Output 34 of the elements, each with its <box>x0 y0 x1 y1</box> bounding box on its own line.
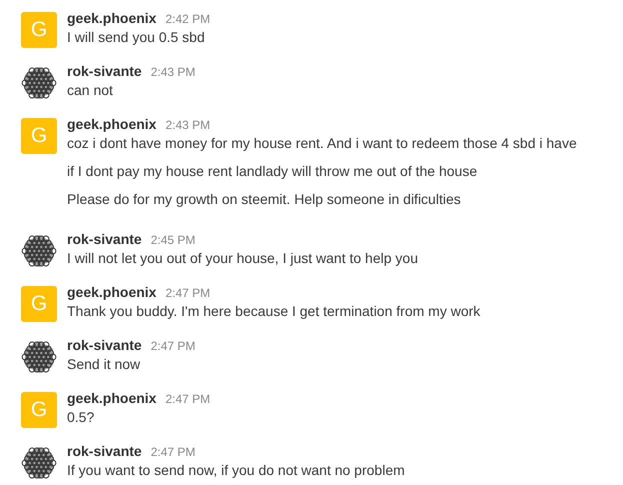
message-text: If you want to send now, if you do not want no problem <box>67 461 405 480</box>
author-name: geek.phoenix <box>67 283 156 301</box>
avatar-icon <box>21 445 57 481</box>
message-time: 2:47 PM <box>165 391 210 408</box>
message-time: 2:43 PM <box>165 117 210 134</box>
message-text: 0.5? <box>67 408 96 427</box>
message-text: if I dont pay my house rent landlady will throw me out of the house <box>67 162 478 181</box>
message-text: I will not let you out of your house, I just want to help you <box>67 249 418 268</box>
author-name: rok-sivante <box>67 230 142 248</box>
author-name: geek.phoenix <box>67 389 156 407</box>
avatar-icon <box>21 339 57 375</box>
author-name: rok-sivante <box>67 62 142 80</box>
author-name: rok-sivante <box>67 336 142 354</box>
avatar: G <box>21 118 57 154</box>
message-time: 2:47 PM <box>150 338 196 355</box>
avatar: G <box>21 12 57 48</box>
author-name: geek.phoenix <box>67 9 156 27</box>
message-text: Send it now <box>67 355 142 374</box>
message-text: Thank you buddy. I'm here because I get termination from my work <box>67 302 480 321</box>
avatar: G <box>21 392 57 428</box>
message-time: 2:43 PM <box>150 64 196 81</box>
message-time: 2:45 PM <box>150 232 196 249</box>
avatar: G <box>21 286 57 322</box>
message-text: I will send you 0.5 sbd <box>67 28 206 47</box>
message-time: 2:47 PM <box>165 285 210 302</box>
message-time: 2:42 PM <box>165 11 210 28</box>
author-name: rok-sivante <box>67 442 142 460</box>
author-name: geek.phoenix <box>67 115 156 133</box>
message-text: Please do for my growth on steemit. Help someone in dificulties <box>67 190 462 209</box>
message-text: coz i dont have money for my house rent. And i want to redeem those 4 sbd i have <box>67 134 577 153</box>
avatar-icon <box>21 233 57 269</box>
avatar-icon <box>21 65 57 101</box>
message-text: can not <box>67 81 114 100</box>
message-time: 2:47 PM <box>150 444 196 461</box>
